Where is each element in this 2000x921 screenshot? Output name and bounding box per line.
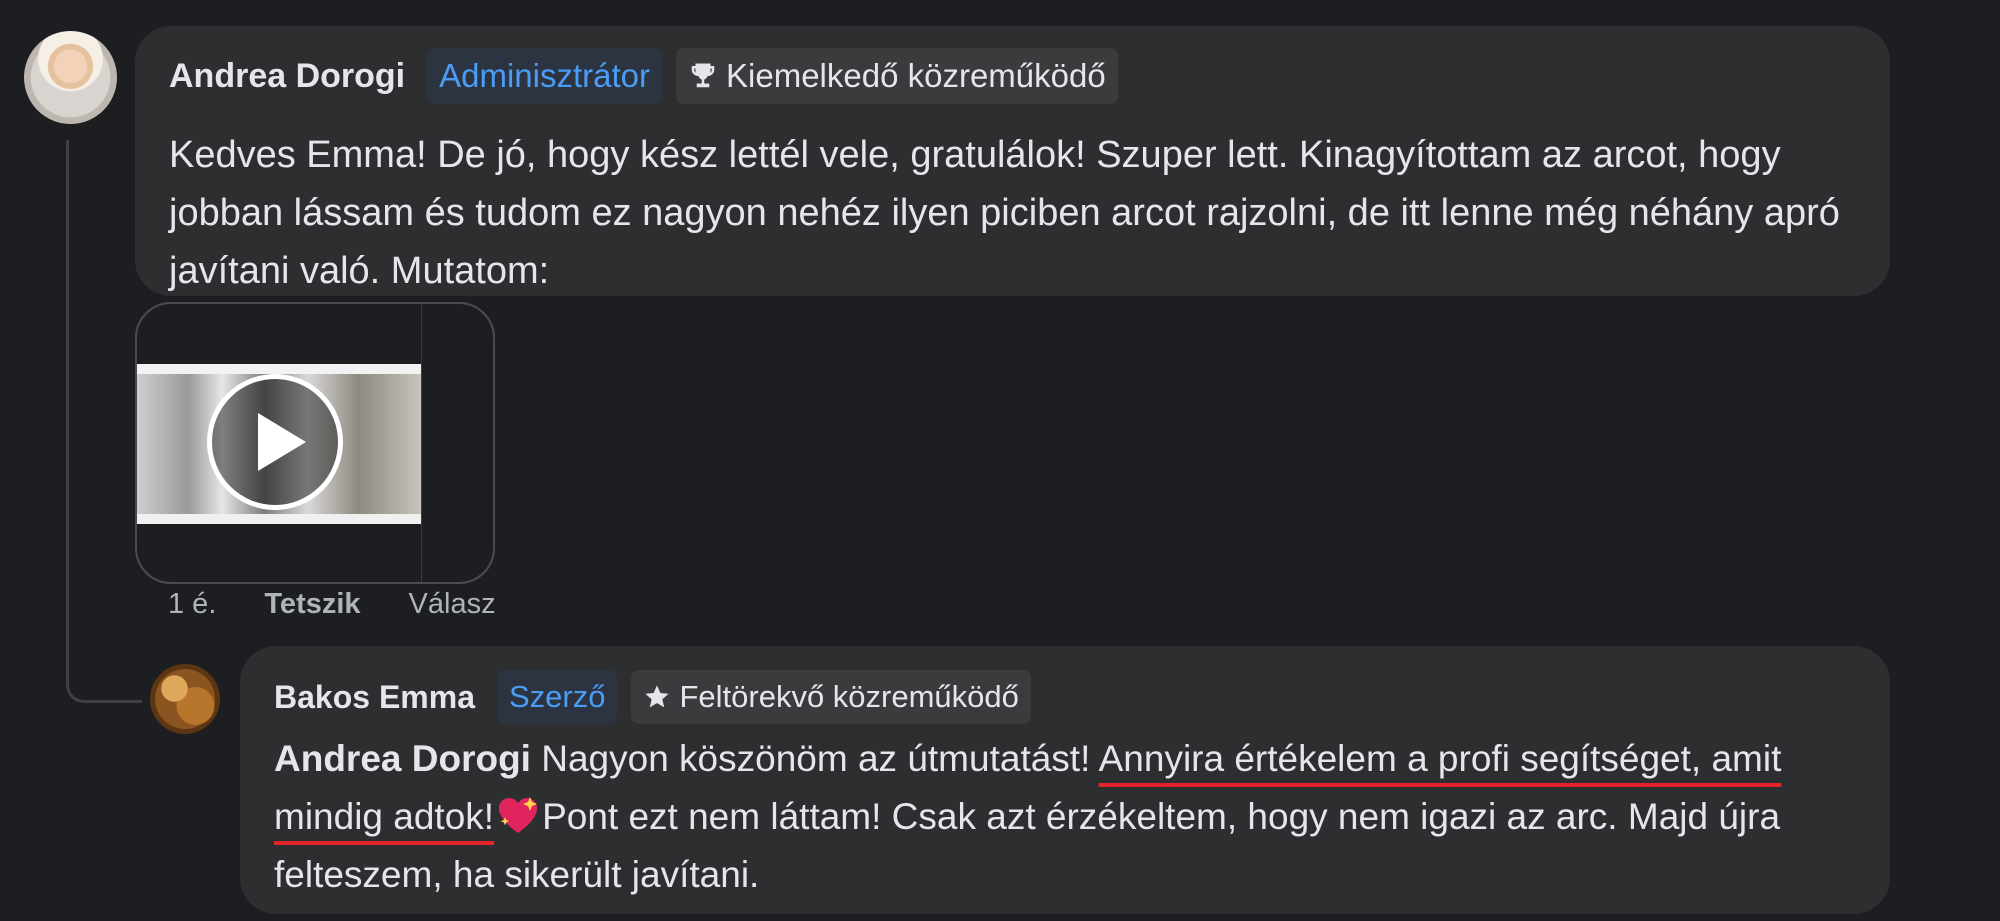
comment-text: Kedves Emma! De jó, hogy kész lettél vel… [169, 134, 1840, 292]
reply-bubble: Bakos Emma Szerző Feltörekvő közreműködő… [240, 646, 1890, 914]
comment-bubble: Andrea Dorogi Adminisztrátor Kiemelkedő … [135, 26, 1890, 296]
play-icon[interactable] [207, 374, 343, 510]
mention-link[interactable]: Andrea Dorogi [274, 738, 531, 779]
contributor-badge[interactable]: Kiemelkedő közreműködő [676, 48, 1118, 104]
author-name[interactable]: Andrea Dorogi [169, 57, 405, 96]
video-attachment[interactable] [135, 302, 495, 584]
avatar[interactable] [24, 31, 117, 124]
comment-header: Andrea Dorogi Adminisztrátor Kiemelkedő … [169, 48, 1118, 104]
author-name[interactable]: Bakos Emma [274, 679, 475, 716]
comment-timestamp[interactable]: 1 é. [168, 588, 216, 621]
avatar[interactable] [150, 664, 220, 734]
comment-actions: 1 é. Tetszik Válasz [168, 588, 496, 621]
like-button[interactable]: Tetszik [264, 588, 360, 621]
sparkling-heart-icon [499, 797, 538, 833]
reply-button[interactable]: Válasz [409, 588, 496, 621]
role-badge[interactable]: Szerző [496, 670, 618, 724]
comment-header: Bakos Emma Szerző Feltörekvő közreműködő [274, 670, 1031, 724]
star-icon [645, 685, 670, 708]
contributor-badge-label: Feltörekvő közreműködő [679, 679, 1019, 714]
video-divider [421, 304, 422, 582]
comment-thread: Andrea Dorogi Adminisztrátor Kiemelkedő … [0, 0, 2000, 921]
comment-text: Andrea Dorogi Nagyon köszönöm az útmutat… [274, 730, 1850, 904]
trophy-icon [691, 63, 715, 88]
role-badge[interactable]: Adminisztrátor [427, 48, 663, 104]
comment-text-part: Nagyon köszönöm az útmutatást! [530, 738, 1099, 779]
contributor-badge[interactable]: Feltörekvő közreműködő [631, 670, 1031, 724]
thread-connector-line [66, 140, 142, 703]
contributor-badge-label: Kiemelkedő közreműködő [726, 57, 1106, 94]
